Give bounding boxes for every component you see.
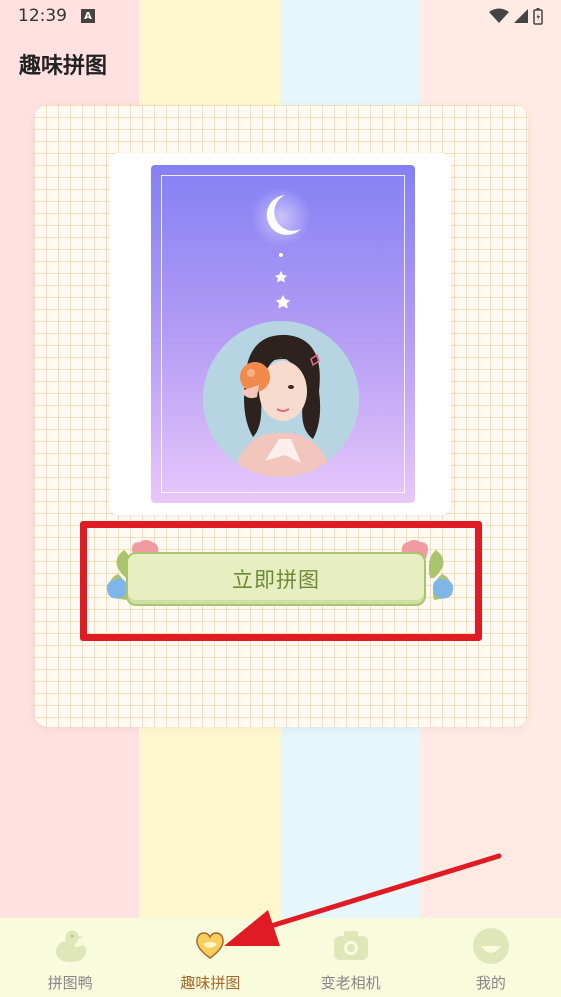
- portrait-illustration: [203, 321, 359, 477]
- tab-label: 趣味拼图: [180, 974, 241, 992]
- tab-aging-camera[interactable]: 变老相机: [281, 918, 421, 997]
- tab-label: 变老相机: [320, 974, 381, 992]
- start-button-pill[interactable]: 立即拼图: [126, 552, 426, 606]
- smile-icon: [471, 926, 511, 966]
- tab-mine[interactable]: 我的: [421, 918, 561, 997]
- moon-icon: [251, 187, 311, 309]
- battery-icon: [533, 7, 543, 25]
- poster-template: [151, 165, 415, 503]
- start-button-label: 立即拼图: [232, 568, 320, 592]
- template-preview[interactable]: [109, 153, 451, 515]
- notification-icon: A: [81, 9, 95, 23]
- wifi-icon: [489, 8, 509, 23]
- tab-label: 我的: [475, 974, 506, 992]
- status-time: 12:39: [18, 6, 67, 26]
- signal-icon: [514, 9, 528, 23]
- status-bar: 12:39 A: [0, 0, 561, 32]
- tab-fun-puzzle[interactable]: 趣味拼图: [140, 918, 280, 997]
- tab-label: 拼图鸭: [47, 974, 93, 992]
- heart-icon: [190, 926, 230, 966]
- start-puzzle-button[interactable]: 立即拼图: [104, 538, 456, 618]
- duck-icon: [50, 926, 90, 966]
- page-title: 趣味拼图: [19, 54, 108, 79]
- bottom-tab-bar: 拼图鸭 趣味拼图 变老相机 我的: [0, 918, 561, 997]
- portrait-photo: [203, 321, 359, 477]
- tab-puzzle-duck[interactable]: 拼图鸭: [0, 918, 140, 997]
- camera-icon: [331, 926, 371, 966]
- status-icons: [489, 7, 543, 25]
